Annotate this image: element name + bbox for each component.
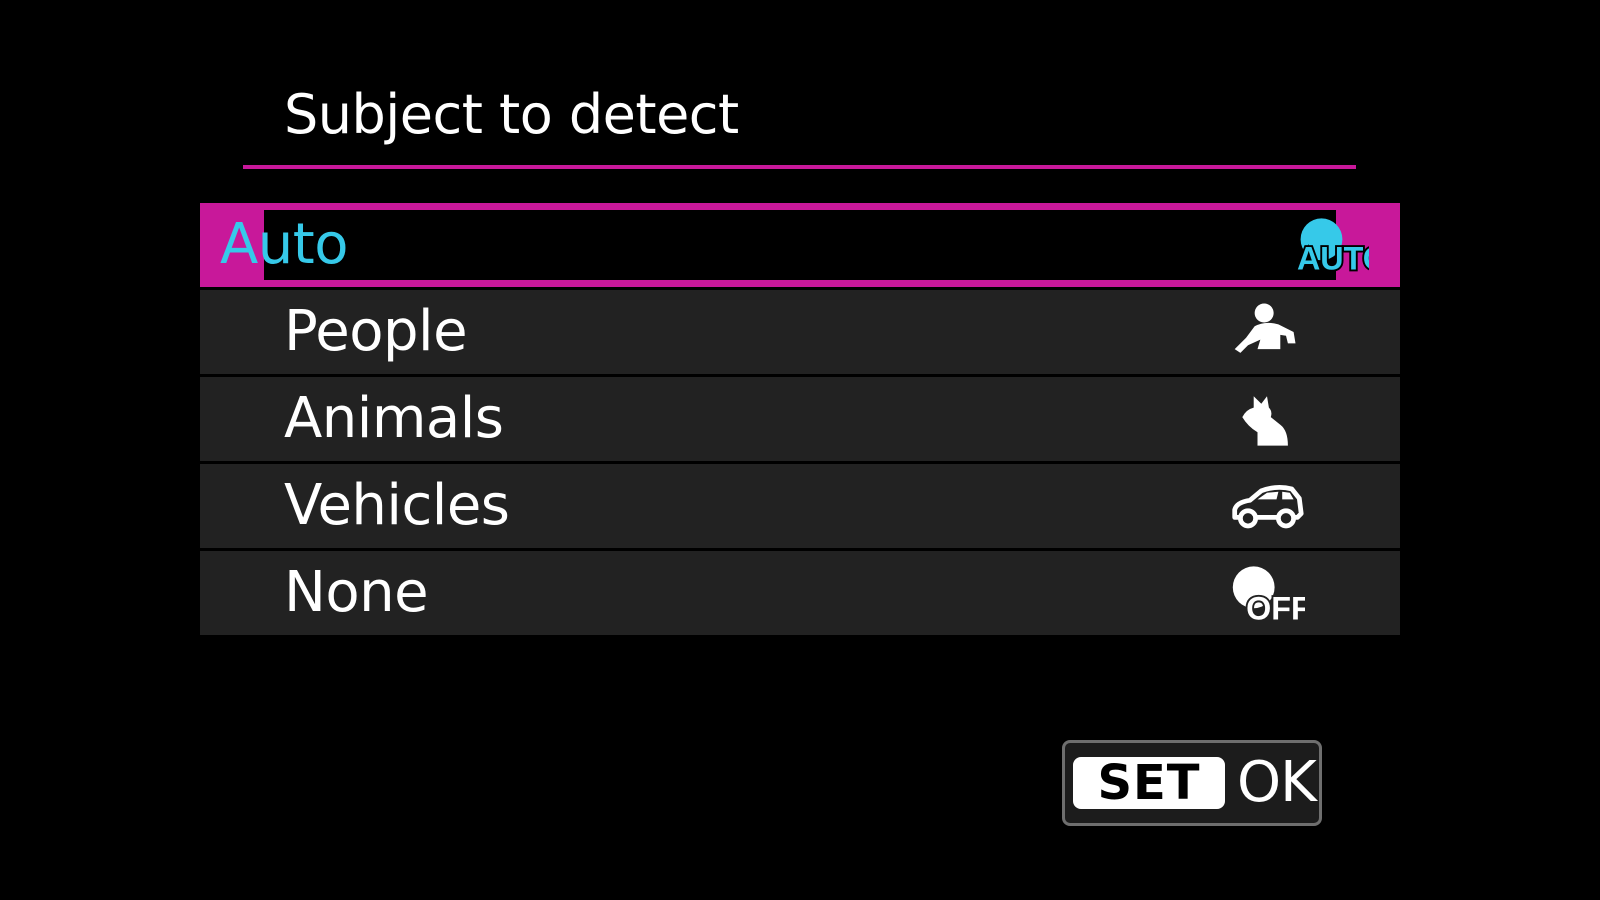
set-key-label: SET [1073,757,1225,809]
subject-option-list: Auto AUTO People Animals Vehicles [200,203,1400,638]
option-vehicles[interactable]: Vehicles [200,464,1400,548]
option-label: Vehicles [284,473,510,538]
option-label: None [284,560,429,625]
option-highlight [264,210,1336,280]
auto-icon-text: AUTO [1297,241,1369,276]
off-icon-text: OFF [1246,591,1305,624]
option-label: Animals [284,386,504,451]
detect-off-icon: OFF [1229,562,1305,624]
option-auto[interactable]: Auto AUTO [200,203,1400,287]
ok-label: OK [1237,750,1317,815]
page-title: Subject to detect [284,83,739,146]
title-divider [243,165,1356,169]
option-animals[interactable]: Animals [200,377,1400,461]
set-ok-button[interactable]: SET OK [1062,740,1322,826]
option-label: Auto [220,212,349,277]
animal-icon [1229,388,1305,450]
car-icon [1229,475,1305,537]
auto-detect-icon: AUTO [1293,214,1369,276]
person-icon [1229,301,1305,363]
option-none[interactable]: None OFF [200,551,1400,635]
option-people[interactable]: People [200,290,1400,374]
option-label: People [284,299,468,364]
